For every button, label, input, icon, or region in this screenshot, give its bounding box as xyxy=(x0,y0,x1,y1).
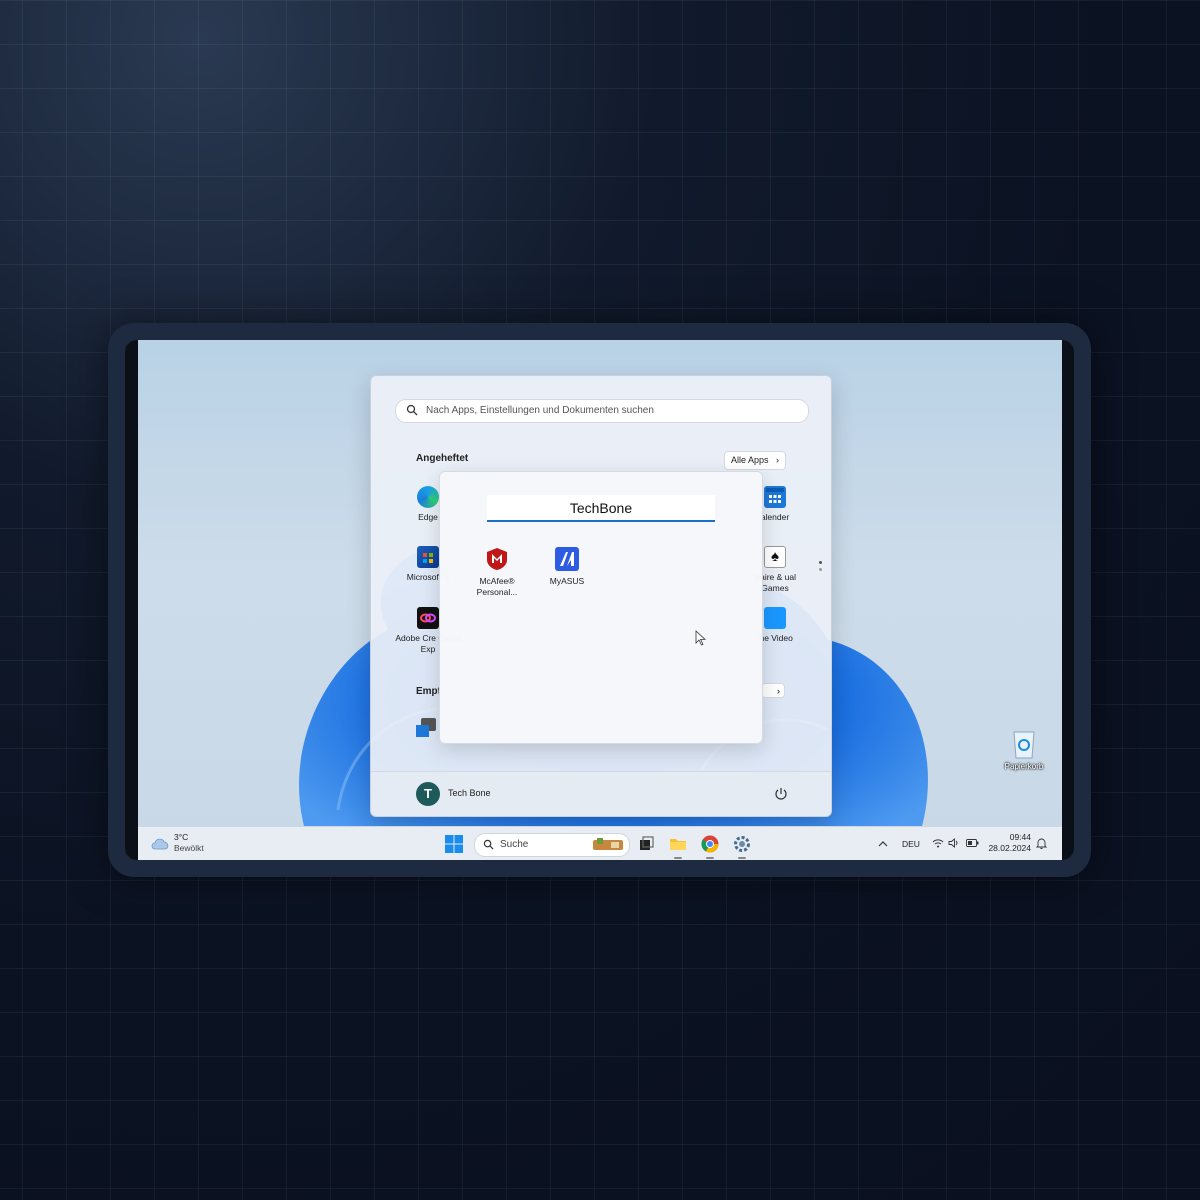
user-name[interactable]: Tech Bone xyxy=(448,788,491,798)
folder-app-label-line2: Personal... xyxy=(476,587,518,597)
microsoft-store-icon xyxy=(417,546,439,568)
prime-video-icon xyxy=(764,607,786,629)
user-bar: T Tech Bone xyxy=(371,771,831,816)
recycle-bin-label: Papierkorb xyxy=(1004,762,1044,771)
file-explorer-icon[interactable] xyxy=(668,834,688,854)
all-apps-label: Alle Apps xyxy=(731,455,769,465)
cloud-icon xyxy=(151,838,169,850)
clock-date: 28.02.2024 xyxy=(988,843,1031,853)
taskbar-search-placeholder: Suche xyxy=(500,839,529,850)
weather-temp: 3°C xyxy=(174,832,189,842)
more-button[interactable]: › xyxy=(761,683,785,698)
screen-bezel: Nach Apps, Einstellungen und Dokumenten … xyxy=(125,340,1074,860)
avatar[interactable]: T xyxy=(416,782,440,806)
laptop-frame: Nach Apps, Einstellungen und Dokumenten … xyxy=(108,323,1091,877)
myasus-icon xyxy=(555,547,579,571)
clock-time: 09:44 xyxy=(1009,832,1031,842)
solitaire-icon: ♠ xyxy=(764,546,786,568)
folder-app-mcafee[interactable]: McAfee® Personal... xyxy=(465,546,529,598)
folder-app-label: McAfee® xyxy=(479,576,515,586)
folder-name-input[interactable] xyxy=(487,495,715,522)
search-highlight-icon xyxy=(593,838,623,850)
mcafee-icon xyxy=(487,548,507,570)
recommended-file-icon[interactable] xyxy=(416,718,438,738)
language-indicator[interactable]: DEU xyxy=(902,839,920,849)
start-search-box[interactable]: Nach Apps, Einstellungen und Dokumenten … xyxy=(395,399,809,423)
search-icon xyxy=(406,404,418,416)
start-button-icon[interactable] xyxy=(444,834,464,854)
adobe-creative-cloud-icon xyxy=(417,607,439,629)
edge-icon xyxy=(417,486,439,508)
folder-app-myasus[interactable]: MyASUS xyxy=(535,546,599,587)
all-apps-button[interactable]: Alle Apps › xyxy=(724,451,786,470)
weather-condition: Bewölkt xyxy=(174,843,204,853)
task-view-icon[interactable] xyxy=(636,834,656,854)
settings-icon[interactable] xyxy=(732,834,752,854)
power-icon[interactable] xyxy=(773,786,789,802)
mouse-cursor xyxy=(695,630,707,646)
recycle-bin-icon xyxy=(1013,731,1035,759)
calendar-icon xyxy=(764,486,786,508)
volume-icon[interactable] xyxy=(948,838,960,848)
notification-bell-icon[interactable] xyxy=(1036,837,1047,849)
start-folder-popup: McAfee® Personal... MyASUS xyxy=(439,471,763,744)
pinned-section-title: Angeheftet xyxy=(416,453,469,464)
chrome-icon[interactable] xyxy=(700,834,720,854)
page-dots[interactable] xyxy=(819,561,823,571)
clock[interactable]: 09:44 28.02.2024 xyxy=(987,832,1031,854)
recommended-section-title: Empf xyxy=(416,686,441,697)
wifi-icon[interactable] xyxy=(932,838,944,848)
taskbar: 3°C Bewölkt Suche DEU 09:44 28.02.2024 xyxy=(138,826,1062,860)
recycle-bin[interactable]: Papierkorb xyxy=(994,728,1054,771)
folder-app-label: MyASUS xyxy=(549,576,585,586)
search-icon xyxy=(483,839,494,850)
chevron-up-icon[interactable] xyxy=(878,839,888,849)
battery-icon[interactable] xyxy=(966,839,979,847)
desktop-screen: Nach Apps, Einstellungen und Dokumenten … xyxy=(138,340,1062,860)
chevron-right-icon: › xyxy=(776,455,779,465)
start-search-placeholder: Nach Apps, Einstellungen und Dokumenten … xyxy=(426,405,654,416)
taskbar-search-box[interactable]: Suche xyxy=(474,833,630,857)
